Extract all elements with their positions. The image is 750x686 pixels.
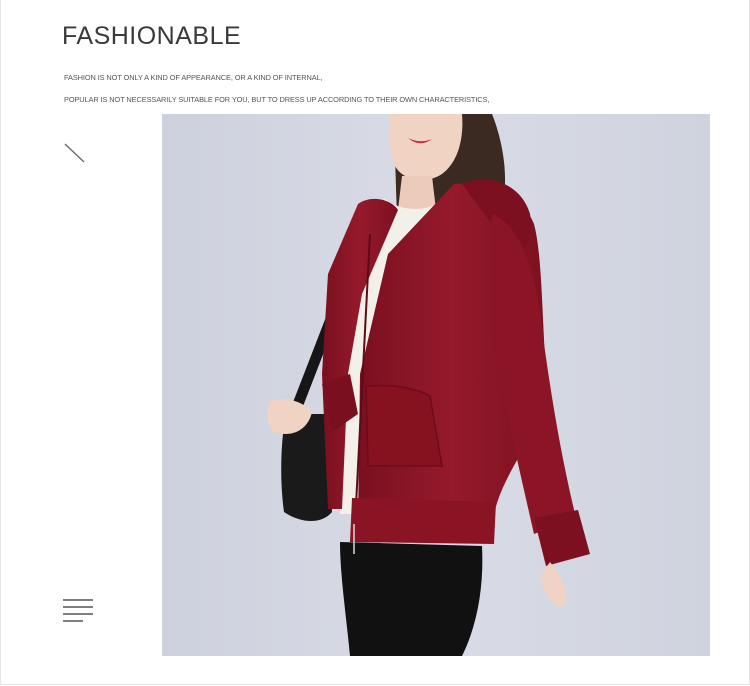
diagonal-line-icon: [64, 143, 85, 163]
page-title: FASHIONABLE: [62, 22, 242, 50]
tagline-line-1: FASHION IS NOT ONLY A KIND OF APPEARANCE…: [64, 73, 323, 82]
product-photo: [162, 114, 710, 656]
tagline-line-2: POPULAR IS NOT NECESSARILY SUITABLE FOR …: [64, 95, 490, 104]
model-illustration: [162, 114, 710, 656]
text-lines-icon: [63, 599, 93, 622]
